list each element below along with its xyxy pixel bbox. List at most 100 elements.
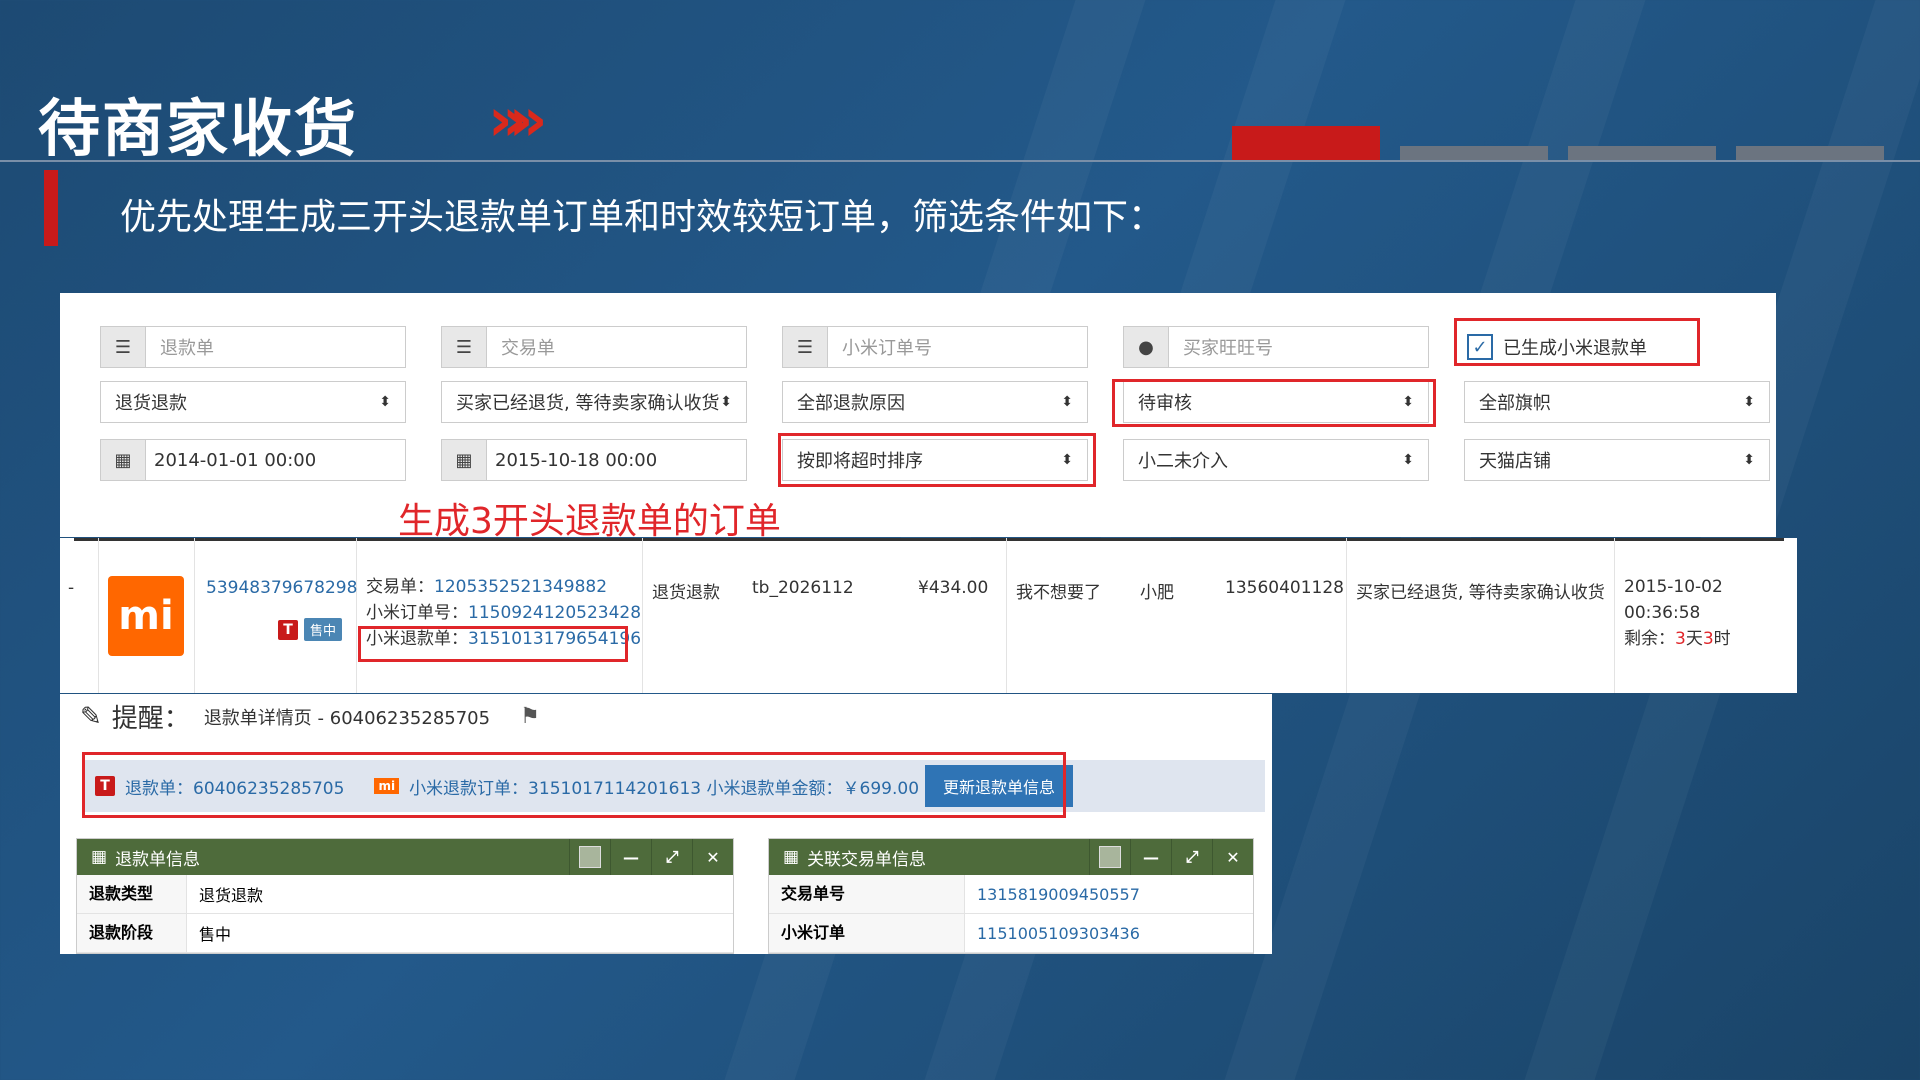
highlight-box <box>82 752 1066 818</box>
accent-bar <box>44 170 58 246</box>
sort-caret-icon: ⬍ <box>379 394 391 410</box>
remain-hour-unit: 时 <box>1713 629 1731 649</box>
flagship-select[interactable]: 全部旗帜 ⬍ <box>1464 381 1770 423</box>
calendar-icon: ▦ <box>101 440 146 480</box>
expand-icon[interactable]: ⤢ <box>1171 839 1212 875</box>
color-icon[interactable] <box>1089 839 1130 875</box>
mi-order-input[interactable]: ☰ 小米订单号 <box>782 326 1088 368</box>
close-icon[interactable]: ✕ <box>1212 839 1253 875</box>
refund-no-placeholder: 退款单 <box>160 338 214 359</box>
sort-caret-icon: ⬍ <box>1743 394 1755 410</box>
edit-icon: ✎ <box>80 701 102 732</box>
table-icon: ▦ <box>783 847 800 867</box>
widget-title: 退款单信息 <box>115 849 201 870</box>
refund-type-value: 退货退款 <box>115 393 187 414</box>
sort-caret-icon: ⬍ <box>1061 394 1073 410</box>
divider <box>1346 538 1347 693</box>
minimize-icon[interactable]: — <box>610 839 651 875</box>
deco-bar <box>1232 126 1380 160</box>
divider <box>1614 538 1615 693</box>
filter-panel: ☰ 退款单 ☰ 交易单 ☰ 小米订单号 ● 买家旺旺号 ✓ 已生成小米退款单 退… <box>60 293 1776 537</box>
end-date-input[interactable]: ▦ 2015-10-18 00:00 <box>441 439 747 481</box>
time-info: 2015-10-02 00:36:58 剩余：3天3时 <box>1624 574 1797 652</box>
highlight-box <box>358 626 628 662</box>
divider <box>0 160 1920 162</box>
expand-icon[interactable]: ⤢ <box>651 839 692 875</box>
reason-select[interactable]: 全部退款原因 ⬍ <box>782 381 1088 423</box>
refund-detail-panel: ✎ 提醒： 退款单详情页 - 60406235285705 ⚑ T 退款单：60… <box>60 694 1272 954</box>
intervention-value: 小二未介入 <box>1138 451 1228 472</box>
order-time: 2015-10-02 00:36:58 <box>1624 577 1723 623</box>
xiaomi-logo-icon: mi <box>108 576 184 656</box>
arrows-icon: »» <box>488 85 547 155</box>
trade-no-input[interactable]: ☰ 交易单 <box>441 326 747 368</box>
shop-value: 天猫店铺 <box>1479 451 1551 472</box>
color-icon[interactable] <box>569 839 610 875</box>
refund-reason: 我不想要了 <box>1016 583 1101 603</box>
refund-type: 退货退款 <box>652 583 720 603</box>
highlight-box <box>778 433 1096 487</box>
flag-icon: ⚑ <box>520 704 540 729</box>
mi-order-placeholder: 小米订单号 <box>842 338 932 359</box>
status-badge: 售中 <box>304 618 343 641</box>
refund-type-select[interactable]: 退货退款 ⬍ <box>100 381 406 423</box>
trade-label: 交易单： <box>366 577 434 597</box>
order-id-link[interactable]: 53948379678298 <box>206 578 357 598</box>
phone: 13560401128 <box>1225 578 1344 598</box>
reminder-header: ✎ 提醒： 退款单详情页 - 60406235285705 ⚑ <box>80 698 540 735</box>
list-icon: ☰ <box>101 327 146 367</box>
widget-header: ▦ 关联交易单信息 — ⤢ ✕ <box>769 839 1253 875</box>
row-dash: - <box>68 578 75 598</box>
table-icon: ▦ <box>91 847 108 867</box>
table-row: 退款阶段 售中 <box>77 914 733 953</box>
end-date-value: 2015-10-18 00:00 <box>495 449 658 471</box>
remain-label: 剩余： <box>1624 629 1675 649</box>
mi-order-link[interactable]: 1151005109303436 <box>965 924 1140 943</box>
mi-order-label: 小米订单号： <box>366 603 468 623</box>
close-icon[interactable]: ✕ <box>692 839 733 875</box>
reminder-title: 提醒： <box>111 704 190 734</box>
deco-bar <box>1736 146 1884 160</box>
refund-status-value: 买家已经退货, 等待卖家确认收货 <box>456 393 720 414</box>
reason-value: 全部退款原因 <box>797 393 905 414</box>
row-value: 退货退款 <box>199 886 264 905</box>
deco-bar <box>1400 146 1548 160</box>
buyer-id: tb_2026112 <box>752 578 854 598</box>
annotation-text: 生成3开头退款单的订单 <box>398 501 781 542</box>
highlight-box <box>1112 379 1436 427</box>
reminder-detail: 退款单详情页 - 60406235285705 <box>203 707 491 729</box>
calendar-icon: ▦ <box>442 440 487 480</box>
divider <box>194 538 195 693</box>
minimize-icon[interactable]: — <box>1130 839 1171 875</box>
table-row: 交易单号 1315819009450557 <box>769 875 1253 914</box>
divider <box>98 538 99 693</box>
divider <box>356 538 357 693</box>
refund-no-input[interactable]: ☰ 退款单 <box>100 326 406 368</box>
intervention-select[interactable]: 小二未介入 ⬍ <box>1123 439 1429 481</box>
buyer-input[interactable]: ● 买家旺旺号 <box>1123 326 1429 368</box>
buyer-placeholder: 买家旺旺号 <box>1183 338 1273 359</box>
deco-bar <box>1568 146 1716 160</box>
shop-select[interactable]: 天猫店铺 ⬍ <box>1464 439 1770 481</box>
start-date-value: 2014-01-01 00:00 <box>154 449 317 471</box>
order-row: - mi 53948379678298 T 售中 交易单：12053525213… <box>60 538 1797 693</box>
row-key: 交易单号 <box>769 875 965 913</box>
trade-no-placeholder: 交易单 <box>501 338 555 359</box>
refund-status-select[interactable]: 买家已经退货, 等待卖家确认收货 ⬍ <box>441 381 747 423</box>
start-date-input[interactable]: ▦ 2014-01-01 00:00 <box>100 439 406 481</box>
customer-name: 小肥 <box>1140 583 1174 603</box>
divider <box>642 538 643 693</box>
sort-caret-icon: ⬍ <box>1743 452 1755 468</box>
widget-tools: — ⤢ ✕ <box>569 839 733 875</box>
divider <box>74 538 1784 541</box>
trade-no-link[interactable]: 1205352521349882 <box>434 577 607 597</box>
amount: ¥434.00 <box>918 578 989 598</box>
slide-title: 待商家收货 <box>38 92 359 165</box>
row-key: 退款阶段 <box>77 914 187 952</box>
user-icon: ● <box>1124 327 1169 367</box>
trade-no-link[interactable]: 1315819009450557 <box>965 885 1140 904</box>
sort-caret-icon: ⬍ <box>1402 452 1414 468</box>
remain-days: 3 <box>1675 629 1686 649</box>
widget-header: ▦ 退款单信息 — ⤢ ✕ <box>77 839 733 875</box>
mi-order-link[interactable]: 1150924120523428 <box>468 603 641 623</box>
